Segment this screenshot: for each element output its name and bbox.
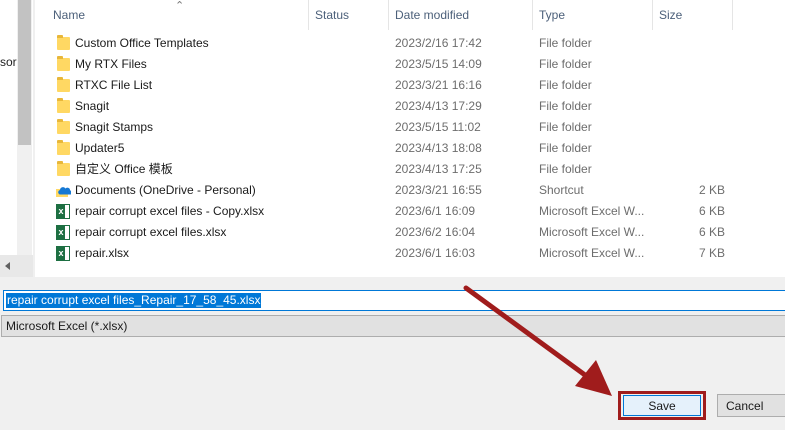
file-name-input[interactable]: repair corrupt excel files_Repair_17_58_… xyxy=(3,290,785,311)
file-size: 7 KB xyxy=(698,246,725,260)
file-name: Snagit Stamps xyxy=(75,120,154,134)
file-date-modified: 2023/6/2 16:04 xyxy=(395,225,476,239)
excel-file-icon xyxy=(55,222,71,243)
save-as-type-dropdown[interactable]: Microsoft Excel (*.xlsx) xyxy=(1,315,785,337)
file-row[interactable]: repair corrupt excel files - Copy.xlsx 20… xyxy=(35,201,785,222)
file-name: 自定义 Office 模板 xyxy=(75,162,173,176)
file-name: Updater5 xyxy=(75,141,125,155)
excel-file-icon xyxy=(55,201,71,222)
file-type: File folder xyxy=(539,36,592,50)
file-type: Microsoft Excel W... xyxy=(539,204,645,218)
folder-icon xyxy=(55,159,71,180)
file-date-modified: 2023/3/21 16:16 xyxy=(395,78,482,92)
file-type: File folder xyxy=(539,162,592,176)
column-header-date-label: Date modified xyxy=(395,8,470,22)
file-date-modified: 2023/6/1 16:03 xyxy=(395,246,476,260)
file-name: repair.xlsx xyxy=(75,246,130,260)
file-row[interactable]: repair.xlsx 2023/6/1 16:03 Microsoft Excel… xyxy=(35,243,785,264)
folder-icon xyxy=(55,96,71,117)
scroll-left-arrow-icon[interactable] xyxy=(5,262,10,270)
file-type: Microsoft Excel W... xyxy=(539,225,645,239)
excel-file-icon xyxy=(55,243,71,264)
column-header-status[interactable]: Status xyxy=(309,0,389,30)
file-size: 6 KB xyxy=(698,204,725,218)
file-row[interactable]: Documents (OneDrive - Personal) 2023/3/21… xyxy=(35,180,785,201)
column-header-status-label: Status xyxy=(315,8,350,22)
file-date-modified: 2023/5/15 11:02 xyxy=(395,120,481,134)
file-date-modified: 2023/6/1 16:09 xyxy=(395,204,476,218)
file-name: My RTX Files xyxy=(75,57,147,71)
folder-icon xyxy=(55,75,71,96)
folder-icon xyxy=(55,117,71,138)
file-size: 6 KB xyxy=(698,225,725,239)
column-header-type-label: Type xyxy=(539,8,566,22)
column-header-size[interactable]: Size xyxy=(653,0,733,30)
file-name: Documents (OneDrive - Personal) xyxy=(75,183,256,197)
save-button[interactable]: Save xyxy=(623,395,701,416)
file-name: Snagit xyxy=(75,99,110,113)
file-type: File folder xyxy=(539,120,592,134)
file-type: File folder xyxy=(539,78,592,92)
annotation-arrow-head xyxy=(575,360,612,396)
file-date-modified: 2023/2/16 17:42 xyxy=(395,36,482,50)
column-header-date-modified[interactable]: Date modified xyxy=(389,0,533,30)
file-type: File folder xyxy=(539,99,592,113)
save-as-type-value: Microsoft Excel (*.xlsx) xyxy=(6,319,128,333)
file-size: 2 KB xyxy=(698,183,725,197)
navigation-pane: sor xyxy=(0,0,33,277)
file-name: repair corrupt excel files - Copy.xlsx xyxy=(75,204,265,218)
nav-scroll-thumb[interactable] xyxy=(18,0,31,145)
column-header-row: Name ⌃ Status Date modified Type Size xyxy=(35,0,785,30)
file-date-modified: 2023/3/21 16:55 xyxy=(395,183,482,197)
file-date-modified: 2023/4/13 17:25 xyxy=(395,162,482,176)
file-type: File folder xyxy=(539,141,592,155)
file-name: Custom Office Templates xyxy=(75,36,209,50)
file-date-modified: 2023/4/13 18:08 xyxy=(395,141,482,155)
file-name: repair corrupt excel files.xlsx xyxy=(75,225,227,239)
folder-icon xyxy=(55,33,71,54)
nav-partial-label[interactable]: sor xyxy=(0,55,17,69)
column-header-type[interactable]: Type xyxy=(533,0,653,30)
file-date-modified: 2023/5/15 14:09 xyxy=(395,57,482,71)
column-header-name-label: Name xyxy=(53,8,86,22)
file-row[interactable]: Custom Office Templates 2023/2/16 17:42 Fi… xyxy=(35,33,785,54)
file-row[interactable]: 自定义 Office 模板 2023/4/13 17:25 File folder xyxy=(35,159,785,180)
folder-icon xyxy=(55,54,71,75)
file-row[interactable]: Snagit 2023/4/13 17:29 File folder xyxy=(35,96,785,117)
file-name-selected-text: repair corrupt excel files_Repair_17_58_… xyxy=(6,293,262,308)
cancel-button[interactable]: Cancel xyxy=(717,394,785,417)
file-row[interactable]: Updater5 2023/4/13 18:08 File folder xyxy=(35,138,785,159)
file-list: Name ⌃ Status Date modified Type Size Cu… xyxy=(35,0,785,277)
file-type: Shortcut xyxy=(539,183,584,197)
sort-ascending-icon: ⌃ xyxy=(175,0,185,12)
onedrive-shortcut-icon xyxy=(55,180,71,201)
column-header-size-label: Size xyxy=(659,8,683,22)
file-row[interactable]: repair corrupt excel files.xlsx 2023/6/2 … xyxy=(35,222,785,243)
file-name: RTXC File List xyxy=(75,78,153,92)
nav-horizontal-scrollbar[interactable] xyxy=(0,255,33,277)
file-type: File folder xyxy=(539,57,592,71)
file-row[interactable]: RTXC File List 2023/3/21 16:16 File folder xyxy=(35,75,785,96)
file-row[interactable]: Snagit Stamps 2023/5/15 11:02 File folder xyxy=(35,117,785,138)
file-type: Microsoft Excel W... xyxy=(539,246,645,260)
file-row[interactable]: My RTX Files 2023/5/15 14:09 File folder xyxy=(35,54,785,75)
folder-icon xyxy=(55,138,71,159)
file-date-modified: 2023/4/13 17:29 xyxy=(395,99,482,113)
